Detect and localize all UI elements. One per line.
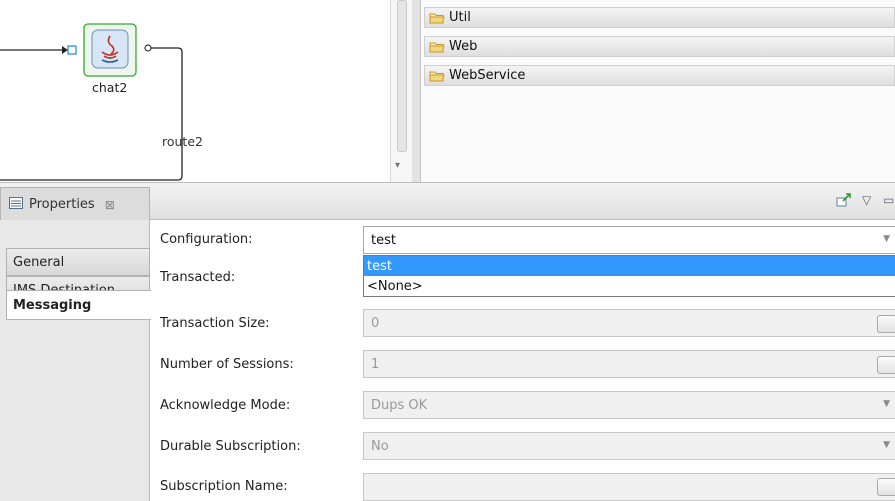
configuration-label: Configuration: [160, 232, 253, 247]
folder-icon [429, 41, 445, 53]
tab-general[interactable]: General [6, 248, 150, 276]
durable-subscription-combo[interactable]: No ▼ [363, 432, 895, 460]
transaction-size-field[interactable]: 0 [363, 309, 895, 337]
sessions-button[interactable] [877, 356, 895, 374]
dropdown-option-test[interactable]: test [364, 256, 895, 276]
transacted-label: Transacted: [160, 270, 236, 285]
transaction-size-button[interactable] [877, 315, 895, 333]
subscription-name-field[interactable] [363, 473, 895, 501]
properties-view-header: Properties ⊠ ▽ ▭ [0, 182, 895, 221]
minimize-icon[interactable]: ▭ [883, 193, 894, 207]
folder-icon [429, 70, 445, 82]
flow-diagram [0, 23, 183, 181]
folder-icon [429, 12, 445, 24]
close-icon[interactable]: ⊠ [105, 198, 115, 212]
durable-subscription-label: Durable Subscription: [160, 439, 301, 454]
tab-properties-label: Properties [29, 197, 95, 212]
canvas-vertical-scrollbar[interactable]: ▾ [390, 0, 412, 182]
tab-messaging[interactable]: Messaging [6, 290, 151, 320]
output-port [144, 44, 152, 52]
input-port [67, 45, 77, 55]
properties-side-tabs: General JMS Destination Messaging [0, 220, 151, 501]
acknowledge-mode-value: Dups OK [371, 397, 428, 413]
palette-drawer-web[interactable]: Web [424, 36, 895, 57]
chevron-down-icon[interactable]: ▼ [883, 399, 890, 409]
sessions-field[interactable]: 1 [363, 350, 895, 378]
component-palette: Util Web WebService [420, 0, 895, 182]
chevron-down-icon[interactable]: ▼ [883, 234, 890, 244]
chevron-down-icon[interactable]: ▼ [883, 440, 890, 450]
scrollbar-thumb[interactable] [397, 0, 407, 152]
palette-drawer-label: Util [449, 10, 471, 25]
transaction-size-label: Transaction Size: [160, 316, 270, 331]
properties-view-icon [9, 196, 23, 213]
dropdown-option-none[interactable]: <None> [364, 276, 895, 296]
messaging-form: Configuration: test ▼ test <None> Transa… [151, 220, 895, 501]
subscription-name-label: Subscription Name: [160, 479, 288, 494]
pin-editor-icon[interactable] [836, 193, 852, 210]
sessions-label: Number of Sessions: [160, 357, 294, 372]
palette-drawer-webservice[interactable]: WebService [424, 65, 895, 86]
view-menu-icon[interactable]: ▽ [862, 193, 871, 207]
incoming-arrowhead [62, 46, 68, 54]
configuration-dropdown-list[interactable]: test <None> [363, 255, 895, 297]
acknowledge-mode-combo[interactable]: Dups OK ▼ [363, 391, 895, 419]
subscription-name-button[interactable] [877, 478, 895, 496]
palette-drawer-label: WebService [449, 68, 526, 83]
sessions-value: 1 [371, 356, 380, 372]
configuration-combo[interactable]: test ▼ [363, 226, 895, 254]
palette-drawer-util[interactable]: Util [424, 7, 895, 28]
palette-drawer-label: Web [449, 39, 478, 54]
flow-canvas[interactable]: chat2 route2 [0, 0, 390, 182]
sash-divider[interactable] [412, 0, 420, 182]
route-label[interactable]: route2 [162, 134, 203, 149]
durable-subscription-value: No [371, 438, 389, 454]
node-label[interactable]: chat2 [92, 80, 127, 95]
transaction-size-value: 0 [371, 315, 380, 331]
configuration-value: test [371, 232, 396, 248]
tab-properties[interactable]: Properties ⊠ [0, 187, 150, 221]
acknowledge-mode-label: Acknowledge Mode: [160, 398, 291, 413]
scroll-down-arrow-icon[interactable]: ▾ [395, 160, 400, 171]
